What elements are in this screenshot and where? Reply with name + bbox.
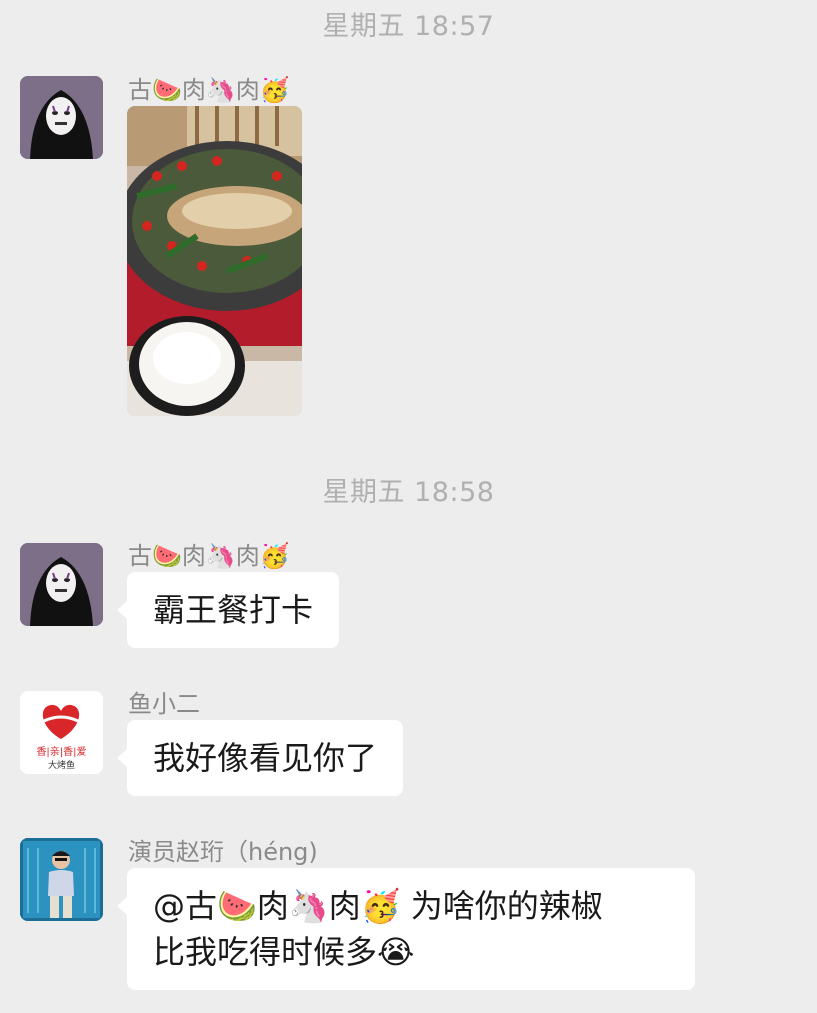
message-text: 霸王餐打卡: [153, 591, 314, 629]
message-text-line: 比我吃得时候多😭: [153, 933, 415, 971]
sender-name: 古🍉肉🦄肉🥳: [128, 76, 290, 104]
avatar-man[interactable]: [20, 838, 103, 921]
timestamp: 星期五 18:57: [322, 11, 495, 42]
man-avatar-icon: [20, 838, 103, 921]
message-text: 我好像看见你了: [153, 739, 378, 777]
message-bubble[interactable]: 霸王餐打卡: [116, 572, 340, 648]
no-face-avatar-icon: [20, 76, 103, 159]
timestamp: 星期五 18:58: [322, 477, 495, 508]
avatar-no-face[interactable]: [20, 76, 103, 159]
food-photo[interactable]: [127, 106, 302, 416]
message-bubble[interactable]: 我好像看见你了: [116, 720, 404, 796]
sender-name: 鱼小二: [128, 690, 200, 718]
grilled-fish-image: [127, 106, 302, 416]
avatar-no-face[interactable]: [20, 543, 103, 626]
sender-name: 古🍉肉🦄肉🥳: [128, 542, 290, 570]
no-face-avatar-icon: [20, 543, 103, 626]
message-bubble[interactable]: @古🍉肉🦄肉🥳 为啥你的辣椒 比我吃得时候多😭: [117, 868, 695, 990]
brand-logo-subtext: 大烤鱼: [47, 761, 75, 771]
avatar-brand-logo[interactable]: 香|亲|香|爱 大烤鱼: [20, 691, 103, 774]
brand-logo-text: 香|亲|香|爱: [36, 747, 87, 758]
message-text-line: @古🍉肉🦄肉🥳 为啥你的辣椒: [153, 887, 603, 925]
sender-name: 演员赵珩（héng): [128, 838, 318, 866]
